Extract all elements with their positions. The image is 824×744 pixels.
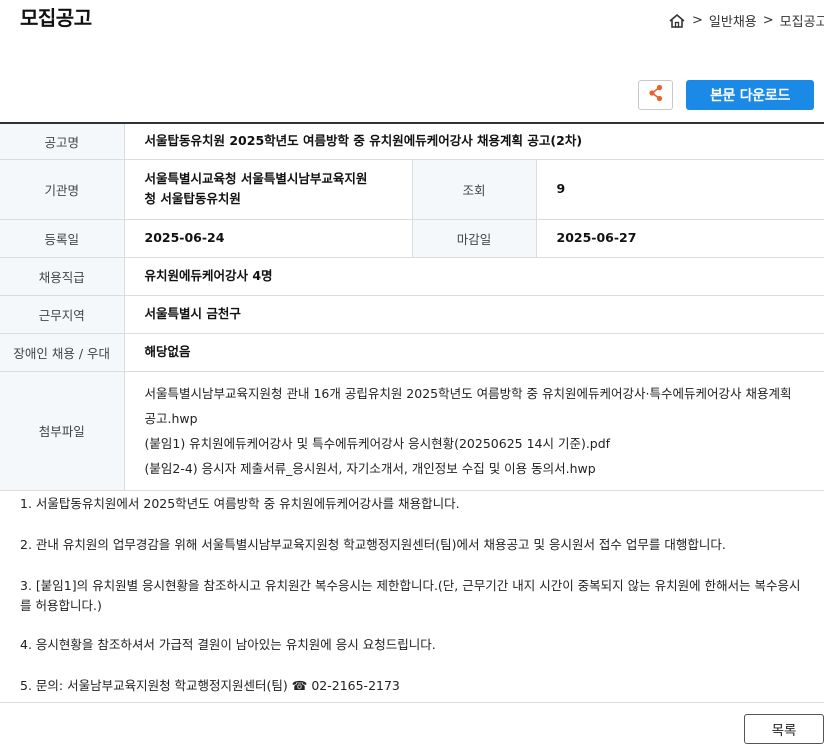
reg-date-value: 2025-06-24 — [124, 219, 412, 258]
deadline-label: 마감일 — [411, 219, 537, 258]
breadcrumb-separator: > — [692, 13, 703, 28]
body-paragraph: 2. 관내 유치원의 업무경감을 위해 서울특별시남부교육지원청 학교행정지원센… — [20, 537, 726, 552]
breadcrumb-item-general-hiring[interactable]: 일반채용 — [709, 11, 757, 30]
share-icon — [648, 84, 664, 106]
reg-date-label: 등록일 — [0, 219, 125, 258]
divider — [0, 702, 824, 703]
attachment-link[interactable]: (붙임2-4) 응시자 제출서류_응시원서, 자기소개서, 개인정보 수집 및 … — [145, 456, 805, 481]
title-label: 공고명 — [0, 123, 125, 160]
list-button[interactable]: 목록 — [744, 714, 824, 744]
body-paragraph: 4. 응시현황을 참조하셔서 가급적 결원이 남아있는 유치원에 응시 요청드립… — [20, 637, 436, 652]
title-value: 서울탑동유치원 2025학년도 여름방학 중 유치원에듀케어강사 채용계획 공고… — [124, 123, 824, 160]
position-label: 채용직급 — [0, 257, 125, 296]
org-label: 기관명 — [0, 159, 125, 220]
attachment-link[interactable]: 서울특별시남부교육지원청 관내 16개 공립유치원 2025학년도 여름방학 중… — [145, 381, 805, 431]
views-value: 9 — [536, 159, 824, 220]
body-paragraph: 1. 서울탑동유치원에서 2025학년도 여름방학 중 유치원에듀케어강사를 채… — [20, 496, 460, 511]
org-value: 서울특별시교육청 서울특별시남부교육지원 청 서울탑동유치원 — [124, 159, 412, 220]
breadcrumb: > 일반채용 > 모집공고 — [668, 11, 824, 30]
org-value-line: 서울특별시교육청 서울특별시남부교육지원 — [144, 171, 368, 186]
attachments-list: 서울특별시남부교육지원청 관내 16개 공립유치원 2025학년도 여름방학 중… — [124, 371, 824, 491]
region-value: 서울특별시 금천구 — [124, 295, 824, 334]
region-label: 근무지역 — [0, 295, 125, 334]
disabled-hiring-value: 해당없음 — [124, 333, 824, 372]
deadline-value: 2025-06-27 — [536, 219, 824, 258]
notice-info-table: 공고명 서울탑동유치원 2025학년도 여름방학 중 유치원에듀케어강사 채용계… — [0, 122, 824, 491]
org-value-line: 청 서울탑동유치원 — [144, 191, 241, 206]
breadcrumb-item-recruitment[interactable]: 모집공고 — [780, 11, 824, 30]
page-title: 모집공고 — [20, 6, 92, 30]
body-paragraph: 5. 문의: 서울남부교육지원청 학교행정지원센터(팀) ☎ 02-2165-2… — [20, 678, 400, 693]
home-icon[interactable] — [668, 13, 686, 29]
share-button[interactable] — [638, 80, 673, 110]
views-label: 조회 — [411, 159, 537, 220]
attachments-label: 첨부파일 — [0, 371, 125, 491]
position-value: 유치원에듀케어강사 4명 — [124, 257, 824, 296]
download-body-button[interactable]: 본문 다운로드 — [686, 80, 814, 110]
attachment-link[interactable]: (붙임1) 유치원에듀케어강사 및 특수에듀케어강사 응시현황(20250625… — [145, 431, 805, 456]
disabled-hiring-label: 장애인 채용 / 우대 — [0, 333, 125, 372]
body-paragraph: 3. [붙임1]의 유치원별 응시현황을 참조하시고 유치원간 복수응시는 제한… — [20, 578, 801, 613]
breadcrumb-separator: > — [762, 13, 774, 28]
